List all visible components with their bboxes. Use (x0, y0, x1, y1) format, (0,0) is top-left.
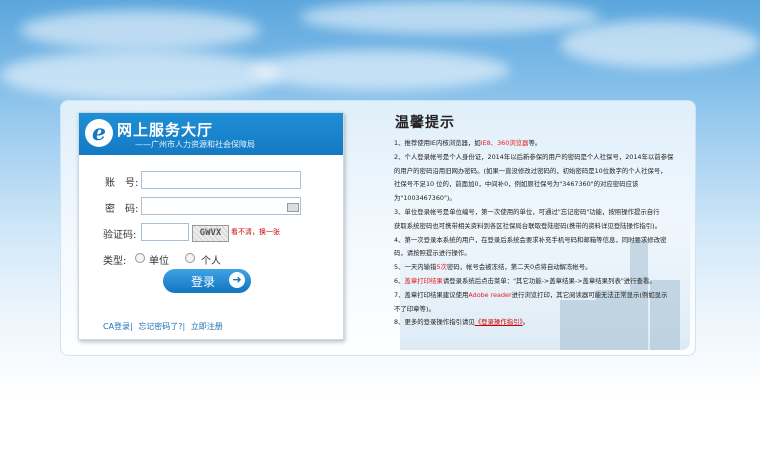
captcha-label: 验证码: (103, 230, 137, 241)
keyboard-icon[interactable] (287, 203, 299, 212)
account-input[interactable] (141, 171, 301, 189)
tip-line: 2、个人登录帐号是个人身份证，2014年以后新参保的用户的密码是个人社保号，20… (394, 152, 674, 161)
type-option-personal: 个人 (201, 256, 221, 267)
type-radio-unit[interactable] (135, 253, 145, 263)
account-label: 账 号: (105, 178, 139, 189)
register-link[interactable]: 立即注册 (191, 322, 223, 331)
ca-login-link[interactable]: CA登录| (103, 322, 133, 331)
tip-line: 7、盖章打印结果建议使用Adobe reader进行浏览打印，其它阅读器可能无法… (394, 290, 668, 299)
tip-line: 8、更多的登录操作指引请见《登录操作指引》。 (394, 318, 530, 327)
type-label: 类型: (103, 256, 127, 267)
tip-line: 的用户的密码沿用旧网办密码。(如果一直没修改过密码的，初始密码是10位数字的个人… (394, 166, 667, 175)
login-guide-link[interactable]: 《登录操作指引》 (475, 318, 523, 326)
login-links: CA登录| 忘记密码了?| 立即注册 (103, 321, 226, 332)
type-option-unit: 单位 (149, 256, 169, 267)
captcha-image[interactable]: GWVX (192, 225, 229, 242)
tip-line: 码，请按照提示进行操作。 (394, 249, 471, 258)
arrow-right-icon: ➜ (229, 272, 245, 288)
tip-line: 4、第一次登录本系统的用户，在登录后系统会要求补充手机号码和邮箱等信息，同时要求… (394, 235, 667, 244)
captcha-input[interactable] (141, 223, 189, 241)
tip-line: 6、盖章打印结果请登录系统后点击菜单："其它功能->盖章结果->盖章结果列表"进… (394, 276, 656, 285)
site-title: 网上服务大厅 (117, 121, 214, 139)
tip-line: 为"1003467360")。 (394, 194, 456, 203)
login-box: e 网上服务大厅 ——广州市人力资源和社会保障局 账 号: 密 码: 验证码: … (78, 112, 344, 340)
captcha-refresh-link[interactable]: 看不清，换一张 (231, 227, 280, 237)
tips-title: 温馨提示 (395, 115, 455, 131)
login-button-label: 登录 (191, 275, 216, 289)
tip-line: 获取系统密码也可携带相关资料到各区社保局台联取登陆密码(携带的资料详见登陆操作指… (394, 221, 662, 230)
tip-line: 1、推荐使用IE内核浏览器，如IE8、360浏览器等。 (394, 139, 542, 147)
password-label: 密 码: (105, 204, 139, 215)
login-header: e 网上服务大厅 ——广州市人力资源和社会保障局 (79, 113, 343, 155)
forgot-password-link[interactable]: 忘记密码了?| (138, 322, 185, 331)
site-subtitle: ——广州市人力资源和社会保障局 (135, 140, 255, 149)
password-input[interactable] (141, 197, 301, 215)
tip-line: 不了印章等)。 (394, 304, 435, 313)
tip-line: 5、一天内输错5次密码，帐号会被冻结，第二天0点将自动解冻帐号。 (394, 263, 592, 272)
login-button[interactable]: 登录 ➜ (163, 269, 251, 293)
type-radio-personal[interactable] (185, 253, 195, 263)
tips-list: 1、推荐使用IE内核浏览器，如IE8、360浏览器等。 2、个人登录帐号是个人身… (394, 137, 694, 330)
tip-line: 社保号不足10 位的，前面加0，中间补0，例如原社保号为"3467360"的对应… (394, 180, 639, 189)
tip-line: 3、单位登录帐号是单位编号，第一次使用的单位，可通过"忘记密码"功能，按照操作提… (394, 207, 660, 216)
e-logo-icon: e (85, 119, 113, 147)
